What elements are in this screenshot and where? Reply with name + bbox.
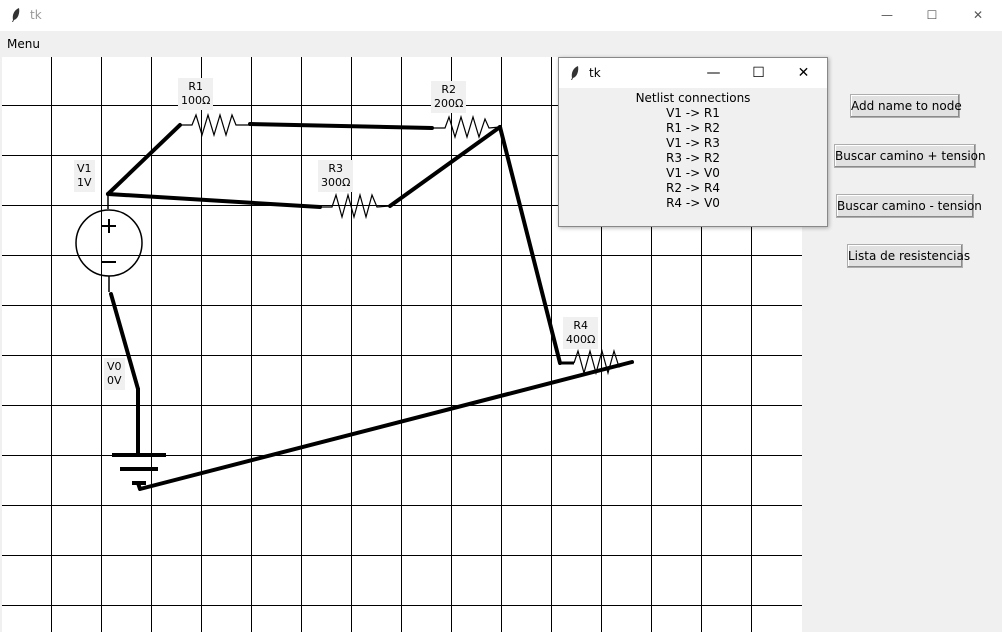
search-path-plus-button[interactable]: Buscar camino + tension bbox=[834, 144, 986, 168]
label-r1-value: 100Ω bbox=[181, 94, 211, 107]
window-title: tk bbox=[30, 8, 42, 22]
wires bbox=[106, 122, 634, 491]
search-path-minus-button[interactable]: Buscar camino - tension bbox=[836, 194, 982, 218]
popup-titlebar: tk — ☐ ✕ bbox=[559, 58, 827, 88]
label-v0: V0 0V bbox=[104, 358, 125, 390]
menu-item-menu[interactable]: Menu bbox=[7, 37, 40, 51]
popup-minimize-icon: — bbox=[706, 65, 721, 81]
label-r4-value: 400Ω bbox=[566, 333, 596, 346]
netlist-item: R1 -> R2 bbox=[666, 121, 720, 135]
popup-minimize-button[interactable]: — bbox=[691, 58, 736, 88]
label-r1: R1 100Ω bbox=[178, 78, 214, 110]
label-v1-value: 1V bbox=[77, 176, 92, 189]
label-v1-name: V1 bbox=[77, 162, 92, 175]
minimize-icon: — bbox=[881, 8, 893, 22]
netlist-item: R3 -> R2 bbox=[666, 151, 720, 165]
menubar: Menu bbox=[0, 31, 1002, 57]
label-v0-name: V0 bbox=[107, 360, 122, 373]
netlist-popup-window: tk — ☐ ✕ Netlist connections V1 -> R1 R1… bbox=[558, 57, 828, 227]
resistor-list-button[interactable]: Lista de resistencias bbox=[847, 244, 970, 268]
feather-icon bbox=[12, 8, 20, 22]
add-name-to-node-button[interactable]: Add name to node bbox=[850, 94, 962, 118]
netlist-list: Netlist connections V1 -> R1 R1 -> R2 V1… bbox=[559, 91, 827, 211]
popup-maximize-icon: ☐ bbox=[752, 65, 765, 81]
popup-close-icon: ✕ bbox=[797, 65, 810, 81]
netlist-item: R2 -> R4 bbox=[666, 181, 720, 195]
label-r1-name: R1 bbox=[188, 80, 204, 93]
label-v1: V1 1V bbox=[74, 160, 95, 192]
maximize-button[interactable]: ☐ bbox=[909, 0, 955, 31]
popup-feather-icon bbox=[571, 66, 579, 80]
window-titlebar: tk — ☐ ✕ bbox=[0, 0, 1002, 31]
netlist-item: V1 -> R3 bbox=[666, 136, 720, 150]
netlist-item: R4 -> V0 bbox=[666, 196, 720, 210]
resistor-r1 bbox=[180, 112, 250, 138]
label-r4-name: R4 bbox=[573, 319, 589, 332]
label-r2: R2 200Ω bbox=[431, 81, 467, 113]
minimize-button[interactable]: — bbox=[864, 0, 910, 31]
maximize-icon: ☐ bbox=[926, 8, 938, 22]
popup-title: tk bbox=[589, 66, 601, 80]
label-r3: R3 300Ω bbox=[318, 160, 354, 192]
netlist-item: V1 -> R1 bbox=[666, 106, 720, 120]
label-r3-value: 300Ω bbox=[321, 176, 351, 189]
label-r3-name: R3 bbox=[328, 162, 344, 175]
label-r4: R4 400Ω bbox=[563, 317, 599, 349]
netlist-item: V1 -> V0 bbox=[666, 166, 720, 180]
popup-close-button[interactable]: ✕ bbox=[781, 58, 826, 88]
netlist-heading: Netlist connections bbox=[635, 91, 751, 105]
close-icon: ✕ bbox=[972, 8, 984, 22]
popup-maximize-button[interactable]: ☐ bbox=[736, 58, 781, 88]
label-r2-value: 200Ω bbox=[434, 97, 464, 110]
label-r2-name: R2 bbox=[441, 83, 457, 96]
close-button[interactable]: ✕ bbox=[955, 0, 1001, 31]
voltage-source-v1 bbox=[75, 194, 143, 292]
label-v0-value: 0V bbox=[107, 374, 122, 387]
